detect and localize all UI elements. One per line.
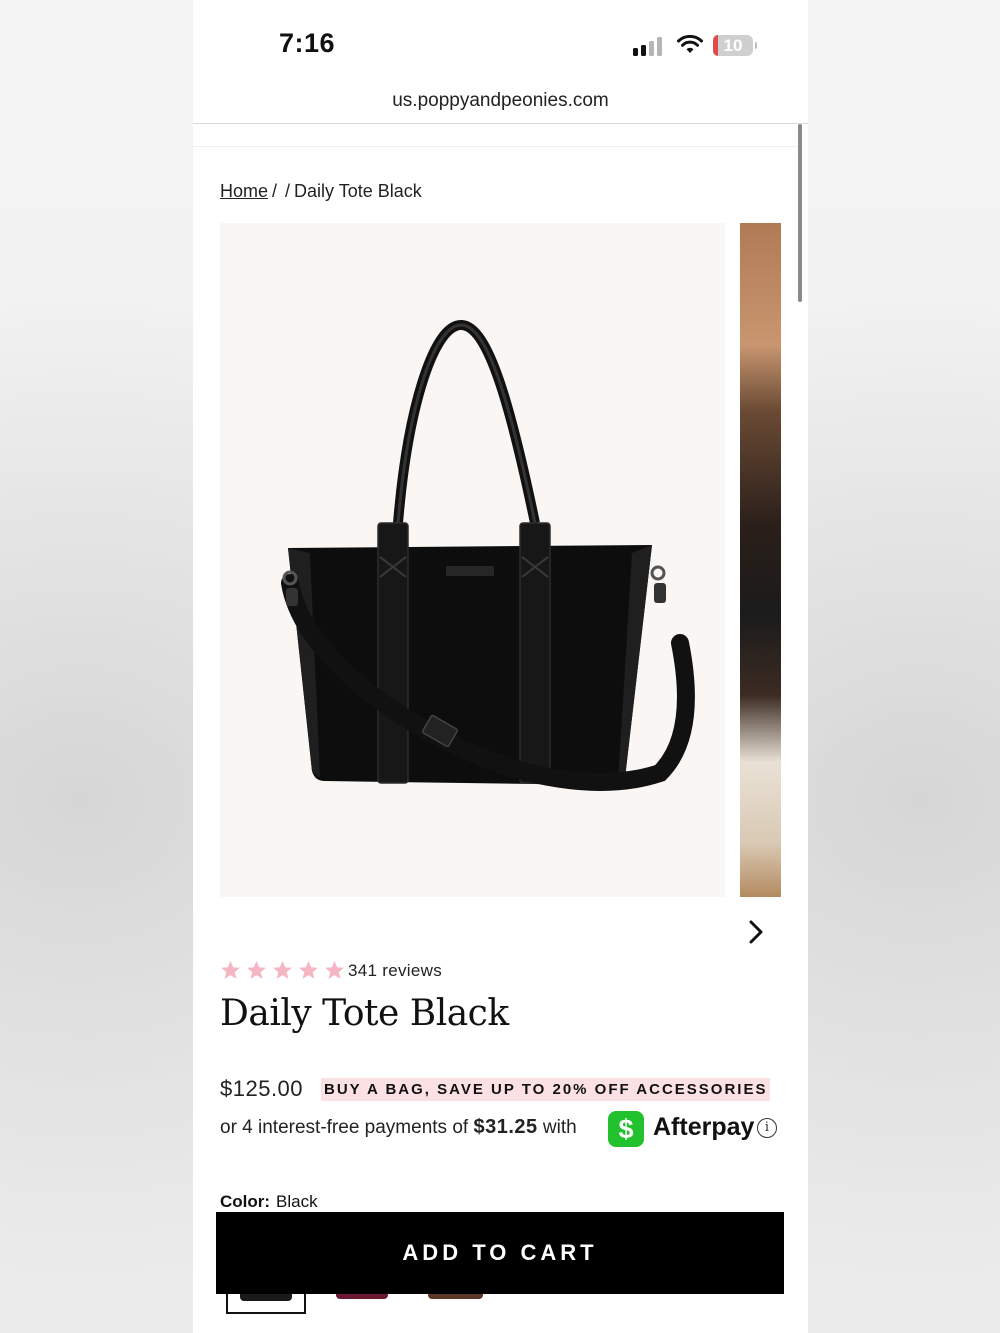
address-bar-divider [193,123,808,124]
product-price: $125.00 [220,1076,304,1101]
star-icon [247,961,266,979]
address-bar[interactable]: us.poppyandpeonies.com [193,90,808,112]
breadcrumb-separator: / [285,181,291,201]
promo-badge: BUY A BAG, SAVE UP TO 20% OFF ACCESSORIE… [321,1078,771,1101]
star-icon [221,961,240,979]
cashapp-icon: $ [608,1111,644,1147]
battery-icon: 10 [713,35,757,56]
installment-text: or 4 interest-free payments of [220,1117,469,1138]
add-to-cart-button[interactable]: ADD TO CART [216,1212,784,1294]
reviews-link[interactable]: 341 reviews [348,961,442,981]
product-title: Daily Tote Black [220,993,509,1034]
afterpay-installments: or 4 interest-free payments of $31.25 wi… [220,1116,577,1139]
scrollbar[interactable] [798,124,802,302]
black-tote-bag-image [281,320,695,791]
color-label: Color: [220,1192,271,1211]
afterpay-logo: Afterpay [653,1113,755,1141]
wifi-icon [677,34,703,53]
breadcrumb-current: Daily Tote Black [294,181,422,201]
breadcrumb-separator: / [272,181,278,201]
color-value: Black [276,1192,318,1211]
chevron-right-icon[interactable] [745,918,767,946]
product-next-image-preview[interactable] [740,223,781,897]
breadcrumb: Home / / Daily Tote Black [220,181,422,202]
signal-icon [633,36,665,56]
star-icon [273,961,292,979]
product-main-image[interactable] [220,223,725,897]
star-icon [325,961,344,979]
status-time: 7:16 [279,28,336,58]
installment-amount: $31.25 [473,1116,538,1138]
info-icon[interactable]: i [757,1118,777,1138]
color-selector-label: Color: Black [220,1192,318,1212]
installment-with: with [542,1117,577,1138]
star-icon [299,961,318,979]
rating-stars[interactable] [220,960,345,982]
header-divider [193,146,798,147]
breadcrumb-home-link[interactable]: Home [220,181,268,201]
phone-screen: 7:16 10 us.poppyandpeonies.com Home / / Dai… [193,0,808,1333]
